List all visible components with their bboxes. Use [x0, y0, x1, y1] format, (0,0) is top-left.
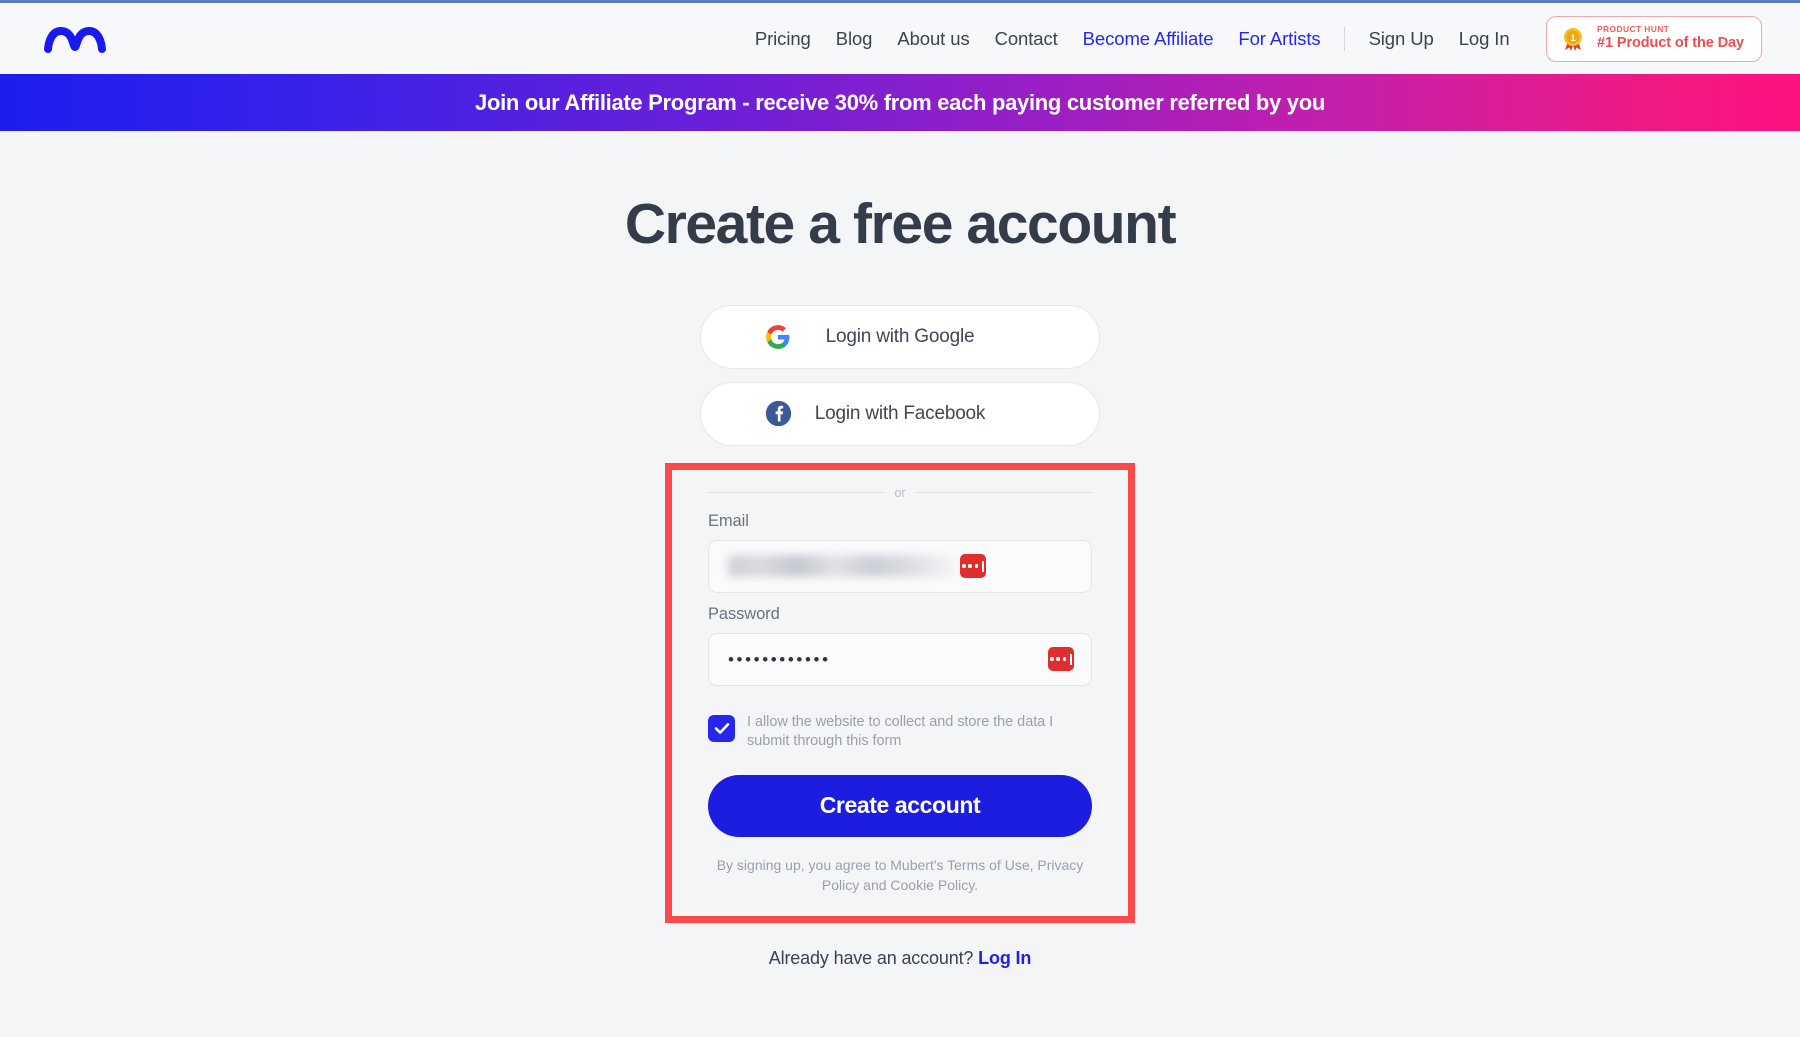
product-hunt-badge[interactable]: 1 PRODUCT HUNT #1 Product of the Day — [1546, 15, 1762, 62]
pm-dot — [974, 564, 979, 568]
create-account-button[interactable]: Create account — [708, 774, 1092, 837]
affiliate-banner[interactable]: Join our Affiliate Program - receive 30%… — [0, 74, 1800, 131]
medal-icon: 1 — [1560, 26, 1586, 52]
login-with-google-button[interactable]: Login with Google — [700, 304, 1100, 369]
nav-link-contact[interactable]: Contact — [982, 28, 1070, 50]
email-label: Email — [708, 511, 749, 530]
login-prompt-text: Already have an account? — [768, 947, 974, 968]
social-login-group: Login with Google Login with Facebook — [700, 304, 1100, 446]
product-hunt-text: PRODUCT HUNT #1 Product of the Day — [1597, 25, 1744, 51]
log-in-link[interactable]: Log In — [978, 948, 1031, 968]
consent-row: I allow the website to collect and store… — [694, 713, 1106, 751]
affiliate-banner-text: Join our Affiliate Program - receive 30%… — [475, 89, 1325, 115]
page-title: Create a free account — [624, 192, 1177, 256]
login-with-facebook-button[interactable]: Login with Facebook — [700, 381, 1100, 446]
email-input[interactable] — [708, 539, 1092, 593]
nav-link-blog[interactable]: Blog — [823, 28, 885, 50]
divider-line-left — [708, 492, 885, 494]
email-value-redacted — [728, 555, 960, 578]
pm-caret — [1070, 653, 1072, 665]
nav-divider — [1344, 26, 1346, 51]
site-header: Pricing Blog About us Contact Become Aff… — [0, 3, 1800, 74]
password-field-group: Password •••••••••••• — [694, 605, 1106, 686]
main-navigation: Pricing Blog About us Contact Become Aff… — [742, 15, 1762, 62]
pm-caret — [982, 560, 984, 572]
password-manager-icon[interactable] — [960, 554, 986, 579]
signup-form-highlight: or Email Password •••••••••••• I allow t… — [665, 462, 1135, 923]
pm-dot — [962, 564, 966, 568]
main-content: Create a free account Login with Google — [0, 131, 1800, 969]
svg-text:1: 1 — [1571, 33, 1576, 43]
nav-link-sign-up[interactable]: Sign Up — [1356, 28, 1446, 50]
consent-checkbox[interactable] — [708, 714, 735, 742]
divider-line-right — [915, 492, 1092, 494]
or-divider: or — [694, 486, 1106, 500]
pm-dot — [968, 564, 972, 568]
email-field-group: Email — [694, 512, 1106, 593]
pm-dot — [1056, 657, 1060, 661]
nav-link-log-in[interactable]: Log In — [1446, 28, 1522, 50]
nav-link-pricing[interactable]: Pricing — [742, 28, 823, 50]
pm-dot — [1050, 657, 1054, 661]
divider-label: or — [894, 485, 906, 500]
pm-dot — [1062, 657, 1067, 661]
login-with-google-label: Login with Google — [825, 325, 975, 347]
password-manager-icon[interactable] — [1048, 647, 1074, 672]
google-icon — [763, 322, 793, 352]
login-with-facebook-label: Login with Facebook — [814, 402, 986, 424]
login-prompt: Already have an account? Log In — [769, 948, 1032, 969]
nav-link-become-affiliate[interactable]: Become Affiliate — [1070, 28, 1226, 50]
facebook-icon — [763, 399, 793, 429]
consent-label: I allow the website to collect and store… — [747, 713, 1054, 749]
nav-link-for-artists[interactable]: For Artists — [1226, 28, 1333, 50]
password-input[interactable]: •••••••••••• — [708, 632, 1092, 686]
mubert-wave-logo[interactable] — [44, 22, 136, 56]
password-label: Password — [708, 604, 780, 623]
product-hunt-title: #1 Product of the Day — [1597, 35, 1744, 52]
terms-text: By signing up, you agree to Mubert's Ter… — [716, 856, 1084, 894]
password-value: •••••••••••• — [728, 649, 831, 669]
product-hunt-kicker: PRODUCT HUNT — [1597, 24, 1670, 35]
nav-link-about-us[interactable]: About us — [885, 28, 982, 50]
